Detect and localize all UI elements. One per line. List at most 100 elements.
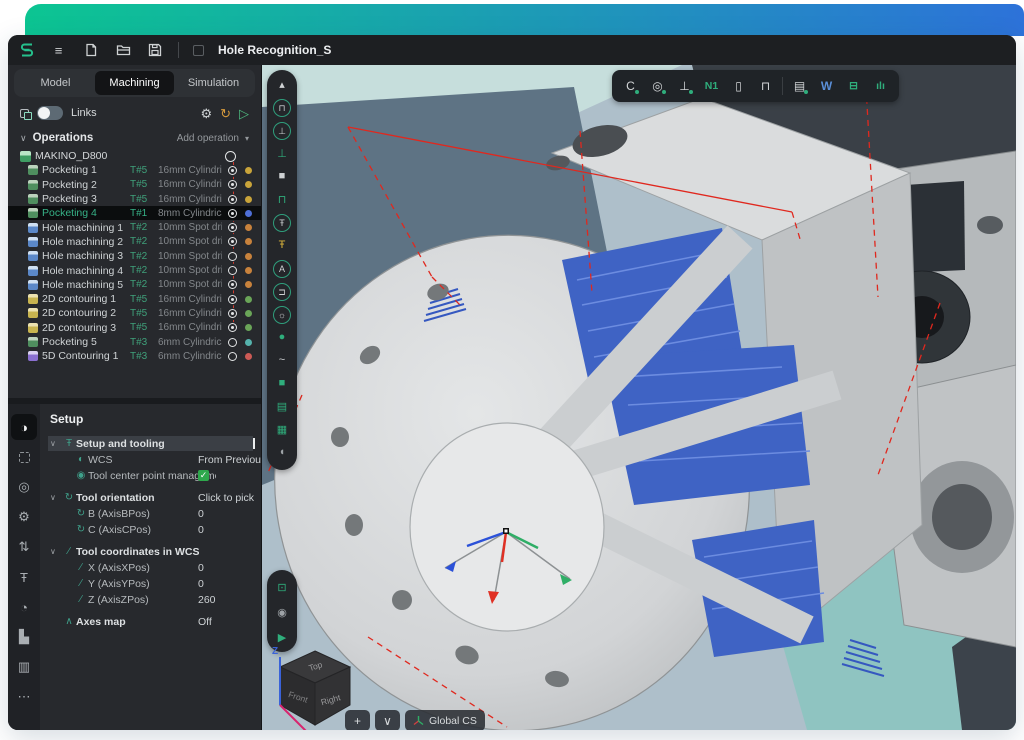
collision-control-icon[interactable]: C: [617, 74, 644, 98]
tool-yellow-icon[interactable]: Ŧ: [267, 235, 297, 255]
collapse-chevron-icon[interactable]: ▴: [267, 74, 297, 94]
operation-row[interactable]: Hole machining 1 T#2 10mm Spot drill: [8, 220, 261, 234]
operation-color-dot[interactable]: [245, 210, 252, 217]
operation-status-icon[interactable]: [227, 322, 238, 333]
wcs-setup-icon[interactable]: ◑: [11, 414, 37, 440]
setup-row-value[interactable]: 0: [198, 562, 204, 574]
operation-row[interactable]: Pocketing 2 T#5 16mm Cylindrica: [8, 178, 261, 192]
solid-box-icon[interactable]: ■: [267, 373, 297, 393]
operation-status-icon[interactable]: [227, 194, 238, 205]
operation-color-dot[interactable]: [245, 324, 252, 331]
tool-check-icon[interactable]: ⊥: [267, 120, 297, 142]
book-icon[interactable]: ▤: [267, 396, 297, 416]
document-icon[interactable]: ▯: [725, 74, 752, 98]
probe-icon[interactable]: ⊥: [671, 74, 698, 98]
settings-icon[interactable]: ⚙: [11, 504, 37, 530]
section-collapse-icon[interactable]: ∨: [50, 493, 62, 502]
machining-time-icon[interactable]: ◔: [11, 594, 37, 620]
setup-row-value[interactable]: 0: [198, 578, 204, 590]
holder-check-icon[interactable]: ⊓: [267, 97, 297, 119]
project-checkbox-icon[interactable]: [193, 45, 204, 56]
operation-color-dot[interactable]: [245, 167, 252, 174]
operation-row[interactable]: 5D Contouring 1 T#3 6mm Cylindrical: [8, 349, 261, 363]
setup-row[interactable]: ◉Tool center point managemen✓: [50, 468, 255, 483]
operation-status-icon[interactable]: [227, 222, 238, 233]
tab-simulation[interactable]: Simulation: [174, 71, 253, 95]
operation-color-dot[interactable]: [245, 267, 252, 274]
setup-row[interactable]: ∕Y (AxisYPos)0: [50, 576, 255, 591]
setup-row[interactable]: ◐WCSFrom Previous: [50, 452, 255, 467]
setup-row[interactable]: ∕Z (AxisZPos)260: [50, 592, 255, 607]
more-icon[interactable]: ⋯: [11, 684, 37, 710]
operation-color-dot[interactable]: [245, 196, 252, 203]
operation-color-dot[interactable]: [245, 296, 252, 303]
operation-status-icon[interactable]: [227, 265, 238, 276]
workpiece-icon[interactable]: [11, 444, 37, 470]
operation-status-icon[interactable]: [227, 308, 238, 319]
add-operation-caret-icon[interactable]: ▾: [245, 134, 249, 143]
tool-icon[interactable]: Ŧ: [11, 564, 37, 590]
new-file-icon[interactable]: [82, 41, 100, 59]
setup-section-header[interactable]: ∨ŦSetup and tooling: [48, 436, 253, 451]
tool-small-icon[interactable]: ⊥: [267, 143, 297, 163]
operation-row[interactable]: Hole machining 4 T#2 10mm Spot drill: [8, 263, 261, 277]
operation-status-icon[interactable]: [227, 251, 238, 262]
operation-color-dot[interactable]: [245, 181, 252, 188]
operation-row[interactable]: 2D contouring 2 T#5 16mm Cylindrica: [8, 306, 261, 320]
spline-icon[interactable]: ~: [267, 350, 297, 370]
clamp-icon[interactable]: ▥: [11, 654, 37, 680]
operation-status-icon[interactable]: [227, 294, 238, 305]
screwdriver-icon[interactable]: Ŧ: [267, 212, 297, 234]
setup-section-header[interactable]: ∨↻Tool orientationClick to pick: [50, 490, 255, 505]
section-value[interactable]: Off: [198, 616, 212, 628]
operation-color-dot[interactable]: [245, 253, 252, 260]
view-sphere-icon[interactable]: ◉: [267, 602, 297, 622]
settings-gear-icon[interactable]: ⚙: [200, 107, 212, 120]
part-icon[interactable]: ◖: [267, 442, 297, 462]
operation-row[interactable]: Pocketing 5 T#3 6mm Cylindrical: [8, 335, 261, 349]
measure-icon[interactable]: ◎: [644, 74, 671, 98]
point-icon[interactable]: ●: [267, 327, 297, 347]
operation-color-dot[interactable]: [245, 339, 252, 346]
operation-row[interactable]: 2D contouring 3 T#5 16mm Cylindrica: [8, 321, 261, 335]
operation-row[interactable]: Pocketing 1 T#5 16mm Cylindrica: [8, 163, 261, 177]
setup-row-value[interactable]: From Previous: [198, 454, 261, 466]
add-cs-button[interactable]: +: [345, 710, 370, 730]
tab-model[interactable]: Model: [16, 71, 95, 95]
section-value[interactable]: Click to pick: [198, 492, 254, 504]
operation-color-dot[interactable]: [245, 224, 252, 231]
head-icon[interactable]: A: [267, 258, 297, 280]
open-folder-icon[interactable]: [114, 41, 132, 59]
operation-color-dot[interactable]: [245, 353, 252, 360]
tool-holder-icon[interactable]: ⊓: [752, 74, 779, 98]
operation-status-icon[interactable]: [227, 165, 238, 176]
operation-status-icon[interactable]: [227, 351, 238, 362]
gcode-icon[interactable]: N1: [698, 74, 725, 98]
machine-panel-icon[interactable]: ▤: [786, 74, 813, 98]
add-operation-button[interactable]: Add operation: [177, 133, 239, 144]
cage-icon[interactable]: ▦: [267, 419, 297, 439]
save-icon[interactable]: [146, 41, 164, 59]
bracket-icon[interactable]: ⊐: [267, 281, 297, 303]
setup-row-value[interactable]: 0: [198, 524, 204, 536]
operation-status-icon[interactable]: [227, 208, 238, 219]
tool-green-icon[interactable]: ⊓: [267, 189, 297, 209]
operation-row[interactable]: Pocketing 4 T#1 8mm Cylindrical: [8, 206, 261, 220]
burst-icon[interactable]: ☼: [267, 304, 297, 326]
checkbox-checked[interactable]: ✓: [198, 470, 209, 481]
setup-row[interactable]: ∕X (AxisXPos)0: [50, 560, 255, 575]
toolpath-compare-icon[interactable]: W: [813, 74, 840, 98]
menu-icon[interactable]: ≡: [50, 41, 68, 59]
operation-row[interactable]: Hole machining 3 T#2 10mm Spot drill: [8, 249, 261, 263]
setup-row[interactable]: ↻C (AxisCPos)0: [50, 522, 255, 537]
operation-status-icon[interactable]: [227, 236, 238, 247]
operation-row[interactable]: 2D contouring 1 T#5 16mm Cylindrica: [8, 292, 261, 306]
regenerate-icon[interactable]: ↻: [220, 107, 231, 120]
cs-dropdown-button[interactable]: ∨: [375, 710, 400, 730]
tab-machining[interactable]: Machining: [95, 71, 174, 95]
machine-status-icon[interactable]: [225, 151, 236, 162]
operation-color-dot[interactable]: [245, 238, 252, 245]
operation-color-dot[interactable]: [245, 281, 252, 288]
run-simulation-icon[interactable]: ▷: [239, 107, 249, 120]
fit-view-icon[interactable]: ⊡: [267, 577, 297, 597]
